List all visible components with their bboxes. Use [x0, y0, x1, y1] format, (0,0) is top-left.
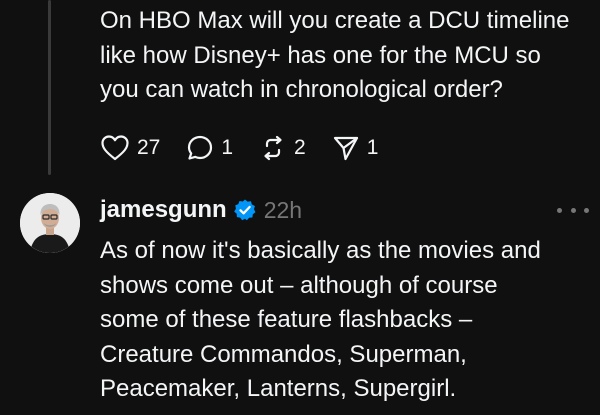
author-post-text: As of now it's basically as the movies a…	[100, 237, 541, 402]
reply-post-actions: 27 1 2 1	[100, 132, 404, 164]
more-options-button[interactable]	[557, 200, 589, 220]
avatar[interactable]	[20, 193, 80, 253]
verified-badge	[233, 198, 257, 222]
thread-connector-line	[48, 0, 51, 175]
share-button[interactable]: 1	[332, 134, 379, 162]
send-icon	[333, 136, 358, 161]
heart-icon	[101, 135, 129, 161]
repost-count: 2	[294, 136, 306, 159]
more-icon-dot	[570, 207, 576, 213]
username[interactable]: jamesgunn	[100, 196, 227, 224]
more-icon	[557, 207, 562, 213]
post-timestamp: 22h	[263, 196, 303, 223]
reply-post-text: On HBO Max will you create a DCU timelin…	[100, 7, 570, 103]
more-icon-dot	[584, 207, 589, 213]
like-button[interactable]: 27	[100, 134, 160, 162]
post-author-header: jamesgunn 22h	[100, 193, 302, 227]
reply-button[interactable]: 1	[186, 134, 233, 162]
repost-icon	[264, 135, 282, 161]
verified-badge-icon	[233, 199, 256, 221]
repost-button[interactable]: 2	[259, 134, 306, 162]
profile-photo	[20, 193, 80, 253]
share-count: 1	[366, 136, 379, 159]
reply-count: 1	[221, 136, 234, 159]
comment-icon	[188, 135, 213, 160]
like-count: 27	[137, 136, 161, 159]
